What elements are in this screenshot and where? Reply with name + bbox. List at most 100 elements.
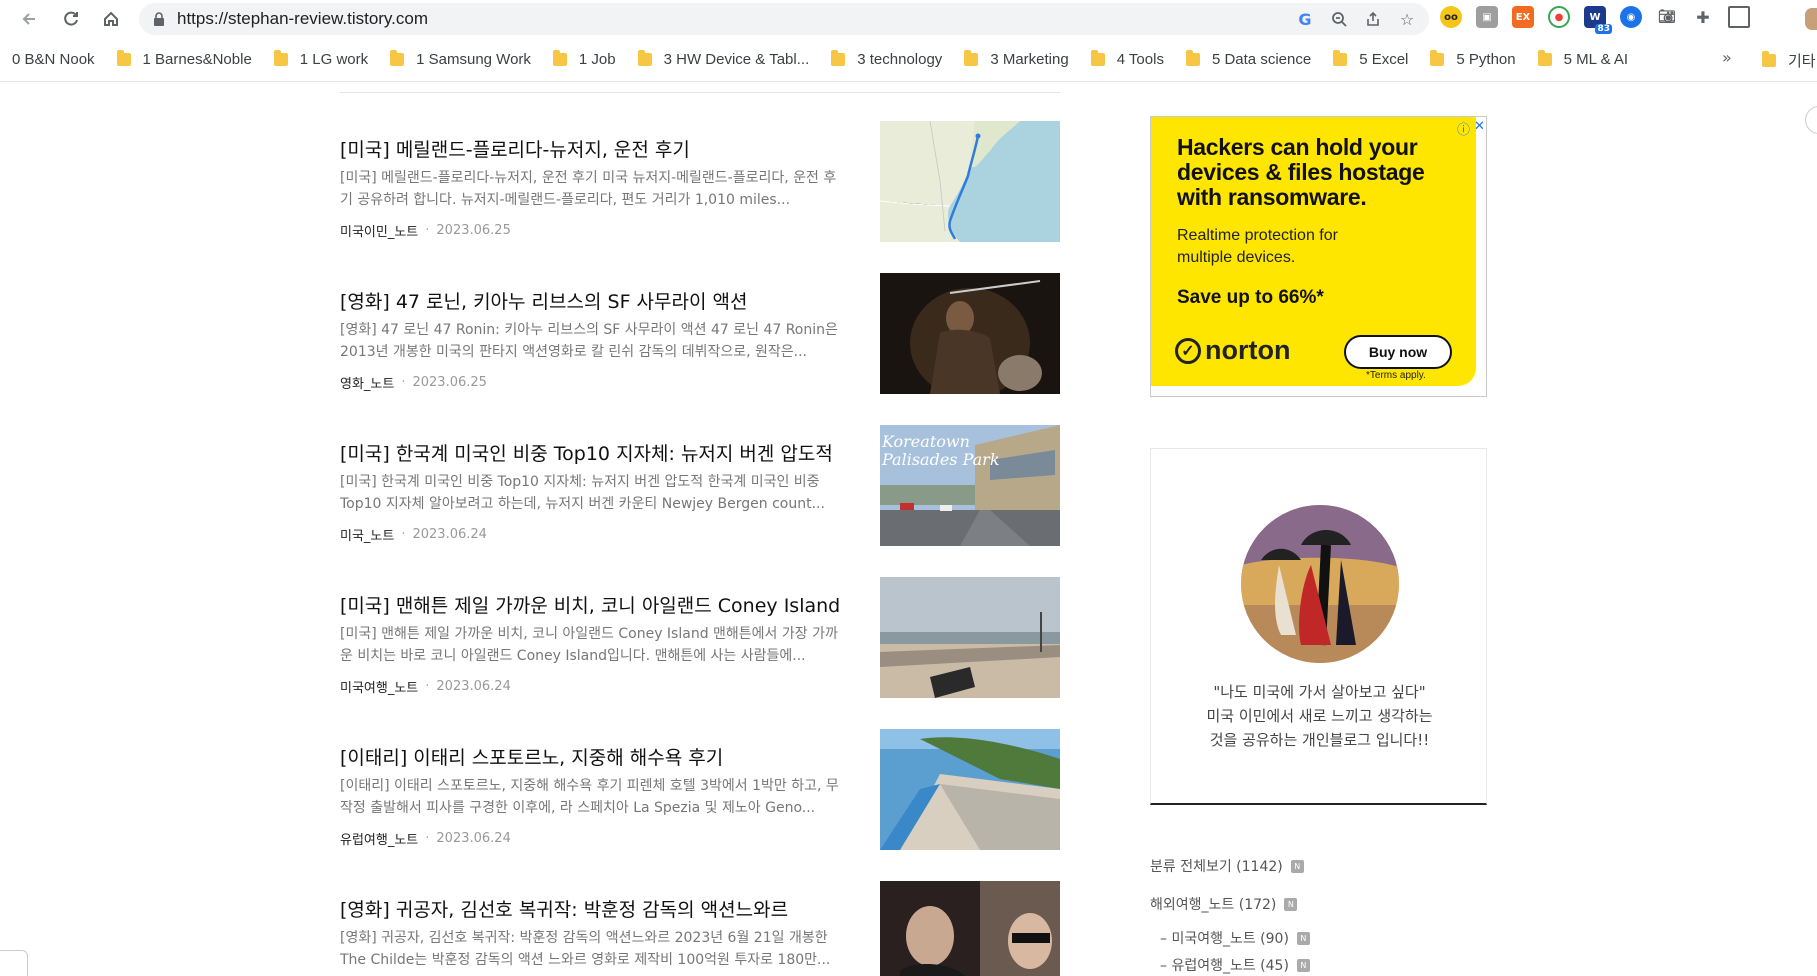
norton-logo: ✓ norton — [1175, 335, 1290, 366]
category-item[interactable]: 해외여행_노트 (172) N — [1150, 894, 1298, 914]
post-excerpt: [이태리] 이태리 스포토르노, 지중해 해수욕 후기 피렌체 호텔 3박에서 … — [340, 778, 839, 816]
post-excerpt: [미국] 맨해튼 제일 가까운 비치, 코니 아일랜드 Coney Island… — [340, 626, 838, 664]
back-arrow-icon[interactable] — [16, 6, 42, 32]
bookmark-item[interactable]: 3 technology — [831, 50, 942, 68]
post-meta: 미국여행_노트 · 2023.06.24 — [340, 677, 511, 696]
reload-icon[interactable] — [58, 6, 84, 32]
bookmark-item[interactable]: 5 Excel — [1333, 50, 1408, 68]
profile-avatar[interactable] — [1805, 8, 1817, 30]
bookmark-item[interactable]: 3 HW Device & Tabl... — [637, 50, 809, 68]
post-meta: 미국_노트 · 2023.06.24 — [340, 525, 487, 544]
bookmark-item-other[interactable]: 기타 — [1762, 50, 1816, 71]
browser-toolbar: https://stephan-review.tistory.com G ☆ o… — [0, 0, 1817, 38]
folder-icon — [390, 50, 405, 66]
folder-icon — [1333, 50, 1348, 66]
post-item[interactable]: [이태리] 이태리 스포토르노, 지중해 해수욕 후기 [이태리] 이태리 스포… — [340, 729, 1060, 865]
post-title[interactable]: [미국] 맨해튼 제일 가까운 비치, 코니 아일랜드 Coney Island — [340, 591, 840, 618]
meta-separator: · — [425, 679, 430, 694]
category-item[interactable]: 분류 전체보기 (1142) N — [1150, 856, 1304, 876]
post-excerpt: [미국] 메릴랜드-플로리다-뉴저지, 운전 후기 미국 뉴저지-메릴랜드-플로… — [340, 170, 837, 208]
post-date: 2023.06.24 — [436, 831, 511, 846]
folder-icon — [116, 50, 131, 66]
post-date: 2023.06.25 — [436, 223, 511, 238]
post-title[interactable]: [영화] 귀공자, 김선호 복귀작: 박훈정 감독의 액션느와르 — [340, 895, 788, 922]
extension-ex-icon[interactable]: EX — [1512, 6, 1534, 28]
bookmark-item[interactable]: 5 ML & AI — [1537, 50, 1628, 68]
extension-w-icon[interactable]: W 83 — [1584, 6, 1612, 34]
folder-icon — [1762, 51, 1776, 67]
post-item[interactable]: [미국] 맨해튼 제일 가까운 비치, 코니 아일랜드 Coney Island… — [340, 577, 1060, 713]
bookmarks-overflow-button[interactable]: » — [1722, 48, 1732, 67]
side-panel-icon[interactable] — [1728, 6, 1750, 28]
zoom-icon[interactable] — [1329, 9, 1349, 29]
post-date: 2023.06.24 — [412, 527, 487, 542]
extension-chat-icon[interactable]: ▣ — [1476, 6, 1498, 28]
camera-icon[interactable]: 📷︎ — [1656, 6, 1678, 28]
post-item[interactable]: [영화] 47 로닌, 키아누 리브스의 SF 사무라이 액션 [영화] 47 … — [340, 273, 1060, 409]
post-excerpt: [영화] 47 로닌 47 Ronin: 키아누 리브스의 SF 사무라이 액션… — [340, 322, 838, 360]
side-panel-toggle[interactable] — [1805, 106, 1817, 134]
lock-icon — [154, 12, 164, 26]
folder-icon — [637, 50, 652, 66]
post-thumbnail-movie-poster[interactable] — [880, 881, 1060, 976]
floating-tab[interactable] — [0, 950, 28, 976]
post-title[interactable]: [미국] 한국계 미국인 비중 Top10 지자체: 뉴저지 버겐 압도적 — [340, 439, 833, 466]
ad-choices[interactable]: ⓘ ✕ — [1457, 119, 1485, 138]
bookmark-item[interactable]: 1 Samsung Work — [390, 50, 531, 68]
google-icon[interactable]: G — [1295, 9, 1315, 29]
star-icon[interactable]: ☆ — [1397, 9, 1417, 29]
new-badge-icon: N — [1284, 897, 1298, 911]
post-title[interactable]: [영화] 47 로닌, 키아누 리브스의 SF 사무라이 액션 — [340, 287, 747, 314]
post-item[interactable]: [미국] 메릴랜드-플로리다-뉴저지, 운전 후기 [미국] 메릴랜드-플로리다… — [340, 121, 1060, 257]
buy-now-button[interactable]: Buy now — [1344, 335, 1452, 369]
bookmark-item[interactable]: 4 Tools — [1090, 50, 1164, 68]
bookmark-item[interactable]: 5 Data science — [1185, 50, 1311, 68]
home-icon[interactable] — [98, 6, 124, 32]
info-icon[interactable]: ⓘ — [1457, 119, 1470, 138]
post-excerpt: [영화] 귀공자, 김선호 복귀작: 박훈정 감독의 액션느와르 2023년 6… — [340, 930, 831, 968]
thumb-caption: Palisades Park — [881, 450, 1000, 469]
bookmark-item[interactable]: 1 LG work — [273, 50, 368, 68]
post-thumbnail-street[interactable]: Koreatown Palisades Park — [880, 425, 1060, 546]
post-title[interactable]: [이태리] 이태리 스포토르노, 지중해 해수욕 후기 — [340, 743, 723, 770]
meta-separator: · — [425, 831, 430, 846]
folder-icon — [1090, 50, 1105, 66]
post-category[interactable]: 미국이민_노트 — [340, 221, 418, 240]
close-icon[interactable]: ✕ — [1474, 119, 1485, 138]
post-thumbnail-movie-poster[interactable] — [880, 273, 1060, 394]
category-item[interactable]: – 미국여행_노트 (90) N — [1160, 928, 1310, 948]
thumb-caption: Koreatown — [881, 432, 970, 451]
ad-headline: Hackers can hold your devices & files ho… — [1177, 134, 1425, 210]
folder-icon — [1537, 50, 1552, 66]
post-thumbnail-beach[interactable] — [880, 577, 1060, 698]
ad-terms: *Terms apply. — [1366, 370, 1426, 381]
bookmark-item[interactable]: 1 Barnes&Noble — [116, 50, 252, 68]
share-icon[interactable] — [1363, 9, 1383, 29]
bookmark-item[interactable]: 3 Marketing — [964, 50, 1069, 68]
folder-icon — [964, 50, 979, 66]
meta-separator: · — [401, 375, 406, 390]
norton-advertisement[interactable]: Hackers can hold your devices & files ho… — [1150, 116, 1487, 397]
puzzle-icon[interactable]: ✚ — [1692, 6, 1714, 28]
address-bar[interactable]: https://stephan-review.tistory.com G ☆ — [139, 3, 1429, 35]
post-category[interactable]: 유럽여행_노트 — [340, 829, 418, 848]
post-category[interactable]: 영화_노트 — [340, 373, 394, 392]
post-category[interactable]: 미국여행_노트 — [340, 677, 418, 696]
extension-eye-icon[interactable]: ◉ — [1620, 6, 1642, 28]
bookmark-item[interactable]: 5 Python — [1430, 50, 1516, 68]
new-badge-icon: N — [1296, 931, 1310, 945]
post-category[interactable]: 미국_노트 — [340, 525, 394, 544]
post-thumbnail-map[interactable] — [880, 121, 1060, 242]
category-item[interactable]: – 유럽여행_노트 (45) N — [1160, 955, 1310, 975]
extension-glasses-icon[interactable]: oo — [1440, 6, 1462, 28]
bookmark-item[interactable]: 1 Job — [552, 50, 616, 68]
bookmark-item[interactable]: 0 B&N Nook — [12, 51, 95, 68]
post-thumbnail-sea[interactable] — [880, 729, 1060, 850]
post-date: 2023.06.24 — [436, 679, 511, 694]
meta-separator: · — [401, 527, 406, 542]
post-item[interactable]: [영화] 귀공자, 김선호 복귀작: 박훈정 감독의 액션느와르 [영화] 귀공… — [340, 881, 1060, 976]
extension-share-icon[interactable]: ● — [1548, 6, 1570, 28]
post-title[interactable]: [미국] 메릴랜드-플로리다-뉴저지, 운전 후기 — [340, 135, 690, 162]
post-item[interactable]: [미국] 한국계 미국인 비중 Top10 지자체: 뉴저지 버겐 압도적 [미… — [340, 425, 1060, 561]
post-meta: 유럽여행_노트 · 2023.06.24 — [340, 829, 511, 848]
